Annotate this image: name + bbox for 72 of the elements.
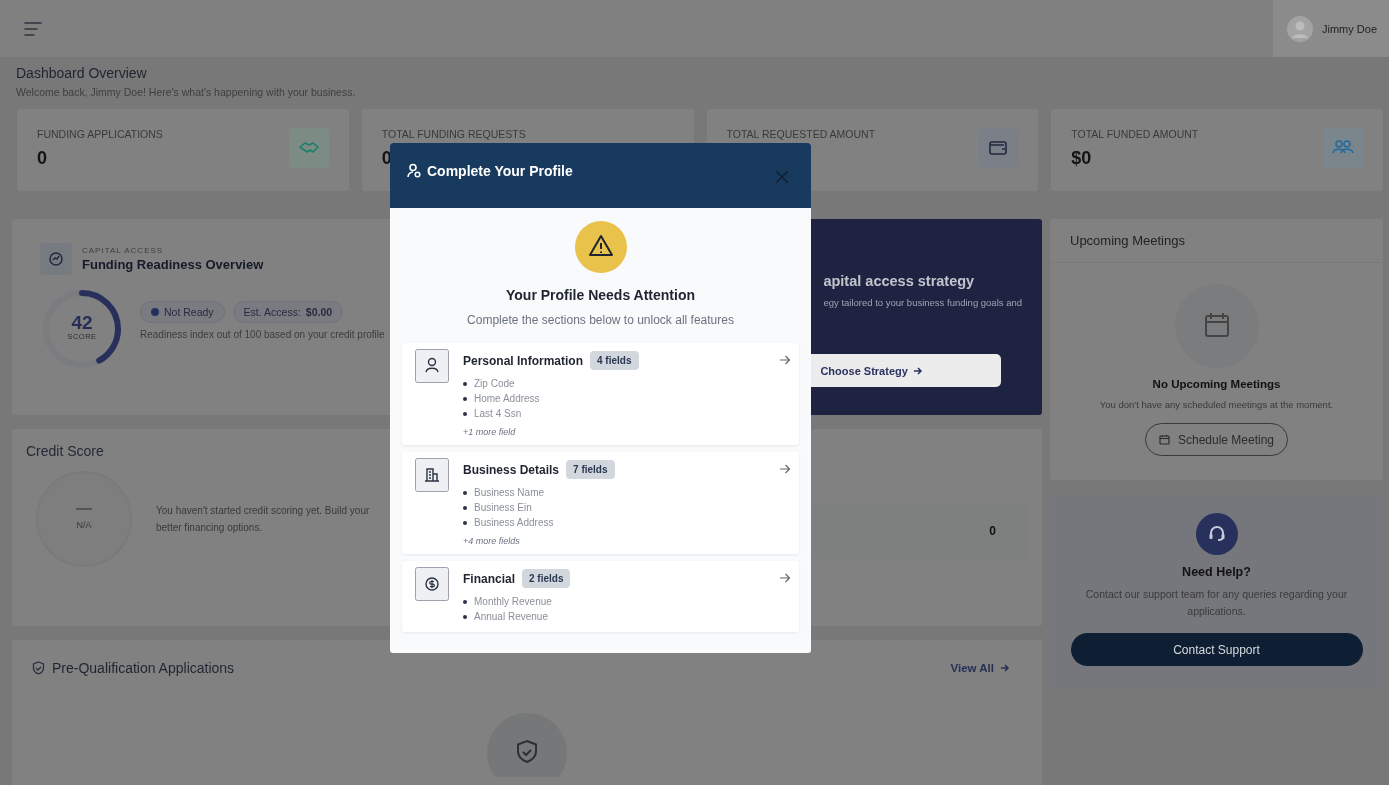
building-icon: [415, 458, 449, 492]
stat-value: $0: [1071, 148, 1093, 169]
score-value: 42: [70, 313, 94, 332]
stat-label: TOTAL FUNDED AMOUNT: [1071, 128, 1199, 140]
help-text: Contact our support team for any queries regarding your applications.: [1084, 587, 1349, 619]
profile-section[interactable]: Business Details 7 fields Business Name Business Ein Business Address +4 more fields: [402, 452, 799, 554]
field-name: Business Ein: [474, 502, 532, 513]
field-name: Home Address: [474, 393, 540, 404]
count-value: 0: [989, 524, 996, 538]
warning-icon: [574, 221, 627, 273]
modal-title: Complete Your Profile: [427, 163, 573, 179]
stat-value: 0: [37, 148, 48, 169]
field-count-badge: 4 fields: [590, 351, 639, 370]
wallet-icon: [978, 128, 1019, 168]
empty-title: No Upcoming Meetings: [1152, 378, 1281, 390]
strategy-title: apital access strategy: [823, 273, 976, 289]
card-title: Upcoming Meetings: [1050, 219, 1383, 263]
section-eyebrow: CAPITAL ACCESS: [82, 246, 165, 255]
close-icon[interactable]: [775, 170, 789, 184]
card-title: Pre-Qualification Applications: [52, 660, 235, 676]
section-title: Funding Readiness Overview: [82, 257, 264, 272]
card-title: Credit Score: [26, 443, 105, 459]
field-name: Annual Revenue: [474, 611, 548, 622]
field-count-badge: 7 fields: [566, 460, 615, 479]
menu-icon[interactable]: [24, 21, 42, 36]
dollar-coin-icon: [415, 567, 449, 601]
section-title: Financial: [463, 571, 515, 586]
person-icon: [415, 349, 449, 383]
calendar-icon: [1174, 284, 1259, 368]
section-title: Personal Information: [463, 353, 584, 368]
field-count-badge: 2 fields: [522, 569, 571, 588]
arrow-right-icon: [779, 354, 791, 366]
field-name: Last 4 Ssn: [474, 408, 522, 419]
access-chip: Est. Access: $0.00: [232, 300, 344, 323]
field-name: Monthly Revenue: [474, 596, 552, 607]
strategy-text: egy tailored to your business funding goals and: [823, 297, 1022, 308]
stat-label: TOTAL FUNDING REQUESTS: [381, 128, 526, 140]
user-name: Jimmy Doe: [1322, 22, 1377, 35]
arrow-right-icon: [779, 463, 791, 475]
stat-label: FUNDING APPLICATIONS: [37, 128, 163, 140]
user-menu[interactable]: Jimmy Doe: [1273, 0, 1389, 57]
gauge-icon: [40, 243, 72, 275]
arrow-right-icon: [1000, 663, 1010, 673]
modal-heading: Your Profile Needs Attention: [506, 287, 695, 303]
score-value: N/A: [76, 520, 92, 530]
credit-text: better financing options.: [156, 521, 264, 535]
field-name: Business Name: [474, 487, 545, 498]
profile-section[interactable]: Financial 2 fields Monthly Revenue Annual Revenue: [402, 561, 799, 632]
arrow-right-icon: [779, 572, 791, 584]
shield-icon: [32, 661, 45, 675]
user-gear-icon: [407, 163, 421, 178]
contact-support-button[interactable]: Contact Support: [1070, 633, 1363, 666]
users-icon: [1323, 128, 1363, 168]
stat-label: TOTAL REQUESTED AMOUNT: [726, 128, 876, 140]
field-name: Zip Code: [474, 378, 515, 389]
headset-icon: [1195, 513, 1238, 555]
help-title: Need Help?: [1182, 565, 1251, 579]
field-name: Business Address: [474, 517, 554, 528]
shield-check-icon: [487, 713, 567, 777]
readiness-note: Readiness index out of 100 based on your credit profile: [140, 328, 385, 340]
more-fields-text: +4 more fields: [463, 536, 521, 546]
credit-text: You haven't started credit scoring yet. Build your: [156, 504, 371, 518]
profile-section[interactable]: Personal Information 4 fields Zip Code Home Address Last 4 Ssn +1 more field: [402, 343, 799, 445]
section-title: Business Details: [463, 462, 560, 477]
modal-subheading: Complete the sections below to unlock all features: [467, 313, 734, 327]
more-fields-text: +1 more field: [463, 427, 517, 437]
calendar-icon: [1158, 434, 1170, 445]
status-chip: Not Ready: [140, 300, 225, 323]
avatar-icon: [1287, 15, 1313, 42]
page-title: Dashboard Overview: [16, 65, 148, 81]
arrow-right-icon: [912, 365, 923, 376]
empty-text: You don't have any scheduled meetings at the moment.: [1099, 399, 1334, 410]
